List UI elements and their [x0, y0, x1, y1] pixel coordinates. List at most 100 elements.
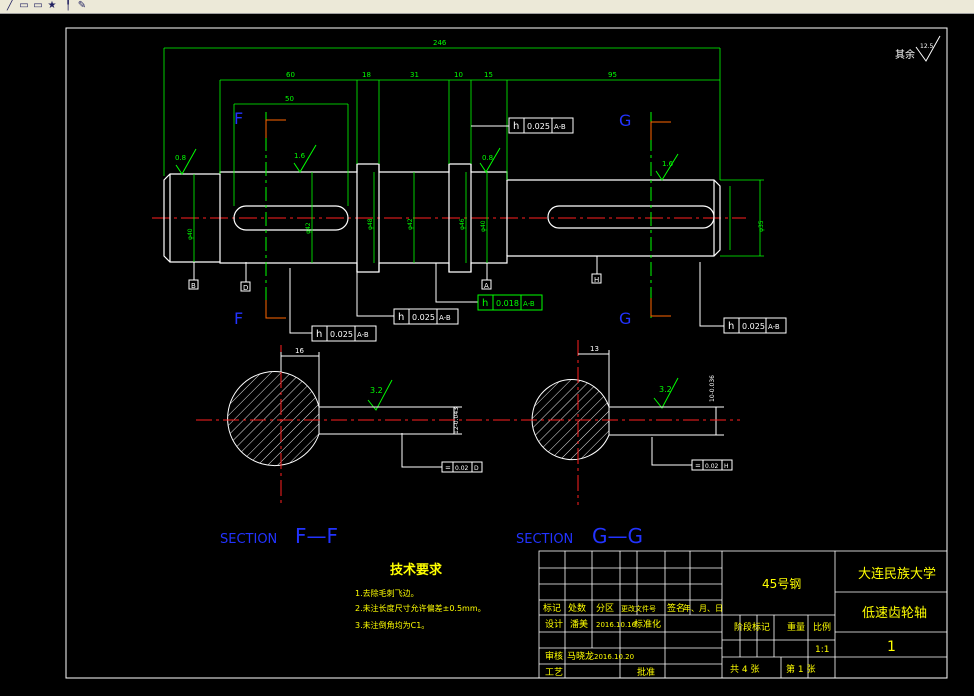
tb-rev-header-6: 年、月、日	[683, 603, 723, 613]
line-tool-icon[interactable]: ╱	[4, 0, 16, 11]
datum-h-label: H	[594, 276, 599, 284]
tolerance-frame-5: h 0.025 A-B	[723, 317, 787, 334]
roughness-value-4: 1.6	[662, 160, 674, 168]
section-mark-g-bottom: G	[619, 309, 631, 328]
tb-scale-label: 比例	[813, 621, 831, 633]
dim-seg-5: 15	[484, 71, 493, 79]
tb-review-label: 审核	[545, 650, 563, 662]
datum-b-label: B	[191, 282, 196, 290]
roughness-value-5: 3.2	[370, 386, 383, 395]
section-g-name: G—G	[592, 524, 643, 548]
tech-req-item-2: 2.未注长度尺寸允许偏差±0.5mm。	[355, 603, 486, 613]
dim-diameter-7: φ35	[758, 220, 765, 232]
tech-req-item-3: 3.未注倒角均为C1。	[355, 620, 429, 630]
tb-design-label: 设计	[545, 618, 563, 630]
tb-sheet-no: 第 1 张	[786, 663, 815, 675]
tb-part-name: 低速齿轮轴	[862, 606, 927, 621]
roughness-value-3: 0.8	[482, 154, 493, 162]
section-mark-g-top: G	[619, 111, 631, 130]
svg-text:0.025: 0.025	[412, 313, 435, 322]
tb-approve-label: 批准	[637, 666, 655, 678]
roughness-remaining-label: 其余	[895, 48, 915, 61]
rectangle-tool-icon[interactable]: ▭	[18, 0, 30, 11]
tb-drawing-no: 1	[887, 639, 896, 655]
tb-stage-label: 阶段标记	[734, 621, 770, 633]
dim-keyway-length: 50	[285, 95, 294, 103]
section-f-title: SECTION	[220, 532, 277, 547]
tolerance-frame-3: h 0.018 A-B	[477, 294, 543, 311]
dim-keyway-depth-g: 13	[590, 345, 599, 353]
svg-text:0.018: 0.018	[496, 299, 519, 308]
roughness-symbols	[175, 144, 679, 411]
section-mark-f-top: F	[234, 109, 243, 128]
svg-text:h: h	[513, 121, 519, 132]
svg-text:D: D	[474, 465, 479, 472]
dim-diameter-1: φ40	[187, 228, 194, 240]
section-cut-marks	[265, 119, 671, 319]
star-tool-icon[interactable]: ★	[46, 0, 58, 11]
tolerance-frame-2: h 0.025 A-B	[393, 308, 459, 325]
dim-diameter-5: φ46	[459, 218, 466, 230]
tb-standard-label: 标准化	[634, 618, 661, 630]
svg-text:=: =	[695, 462, 701, 470]
svg-text:0.025: 0.025	[330, 330, 353, 339]
svg-text:h: h	[316, 329, 322, 340]
section-g-title: SECTION	[516, 532, 573, 547]
symmetry-frame-1: = 0.02 D	[441, 461, 483, 473]
engineering-drawing[interactable]: 其余 12.5 F F G G 246 60 18 31 10 15 95 50…	[0, 14, 974, 696]
datum-d-label: D	[243, 284, 248, 292]
tolerance-frame-4: h 0.025 A-B	[311, 325, 377, 342]
svg-text:H: H	[724, 463, 729, 470]
section-mark-f-bottom: F	[234, 309, 243, 328]
paint-tool-icon[interactable]: ✎	[76, 0, 88, 11]
dim-diameter-2: φ42	[305, 222, 312, 234]
roughness-value-2: 1.6	[294, 152, 306, 160]
svg-text:0.02: 0.02	[455, 465, 469, 472]
dim-keyway-width-f: 12-0.043	[453, 407, 460, 434]
roughness-remaining-symbol: 12.5	[915, 35, 941, 62]
pin-tool-icon[interactable]: ╿	[62, 0, 74, 11]
svg-text:0.025: 0.025	[742, 322, 765, 331]
svg-text:A-B: A-B	[439, 314, 451, 322]
dim-overall-length: 246	[433, 39, 447, 47]
tb-school: 大连民族大学	[858, 566, 936, 582]
section-f-name: F—F	[295, 524, 338, 548]
dim-diameter-3: φ48	[367, 218, 374, 230]
tb-scale-value: 1:1	[815, 645, 829, 655]
tb-sheets: 共 4 张	[730, 664, 759, 675]
tech-req-heading: 技术要求	[390, 562, 443, 578]
svg-text:0.02: 0.02	[705, 463, 719, 470]
svg-text:A-B: A-B	[554, 123, 566, 131]
dim-diameter-4: φ42	[407, 218, 414, 230]
svg-text:h: h	[482, 298, 488, 309]
tb-weight-label: 重量	[787, 621, 805, 633]
dim-seg-4: 10	[454, 71, 463, 79]
dim-keyway-width-g: 10-0.036	[709, 375, 716, 402]
tb-material: 45号钢	[762, 577, 801, 591]
svg-text:h: h	[728, 321, 734, 332]
tb-rev-header-1: 标记	[543, 602, 561, 614]
tb-reviewer: 马晓龙	[567, 650, 594, 662]
save-tool-icon[interactable]: ▭	[32, 0, 44, 11]
tb-design-date: 2016.10.16	[596, 621, 637, 629]
datum-markers	[188, 256, 602, 292]
dim-diameter-6: φ40	[480, 220, 487, 232]
datum-a-label: A	[484, 282, 489, 290]
svg-text:A-B: A-B	[523, 300, 535, 308]
svg-text:A-B: A-B	[357, 331, 369, 339]
tb-review-date: 2016.10.20	[594, 653, 634, 661]
svg-text:A-B: A-B	[768, 323, 780, 331]
tb-designer: 潘美	[570, 618, 588, 630]
dim-seg-2: 18	[362, 71, 371, 79]
svg-text:0.025: 0.025	[527, 122, 550, 131]
svg-text:=: =	[445, 464, 451, 472]
dim-seg-6: 95	[608, 71, 617, 79]
tb-rev-header-2: 处数	[568, 602, 586, 614]
dim-seg-1: 60	[286, 71, 295, 79]
toolbar: ╱ ▭ ▭ ★ ╿ ✎	[0, 0, 974, 14]
tech-req-item-1: 1.去除毛刺飞边。	[355, 588, 419, 598]
dim-seg-3: 31	[410, 71, 419, 79]
section-g-view	[494, 340, 740, 505]
tb-rev-header-3: 分区	[596, 603, 614, 614]
tolerance-frame-1: h 0.025 A-B	[508, 117, 574, 134]
